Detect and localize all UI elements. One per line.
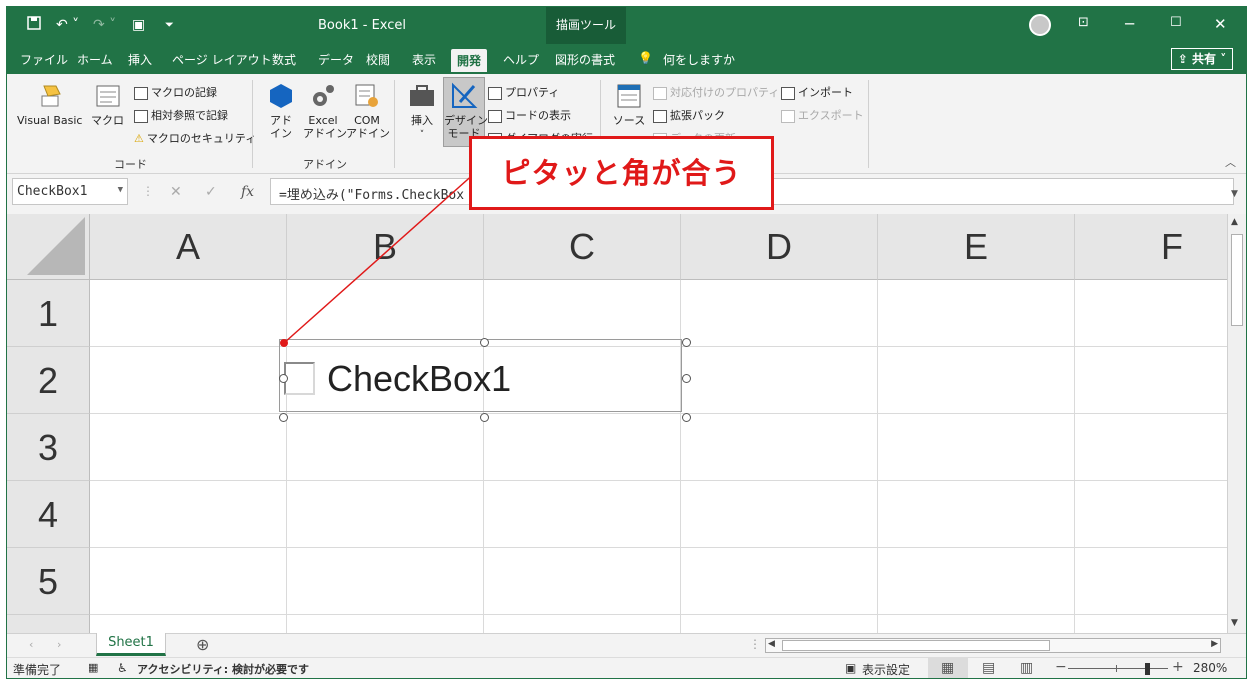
annotation-overlay <box>280 171 477 347</box>
annotation-callout: ピタッと角が合う <box>469 136 774 210</box>
callout-pointer-dot <box>280 339 288 347</box>
callout-pointer-line <box>283 171 477 344</box>
